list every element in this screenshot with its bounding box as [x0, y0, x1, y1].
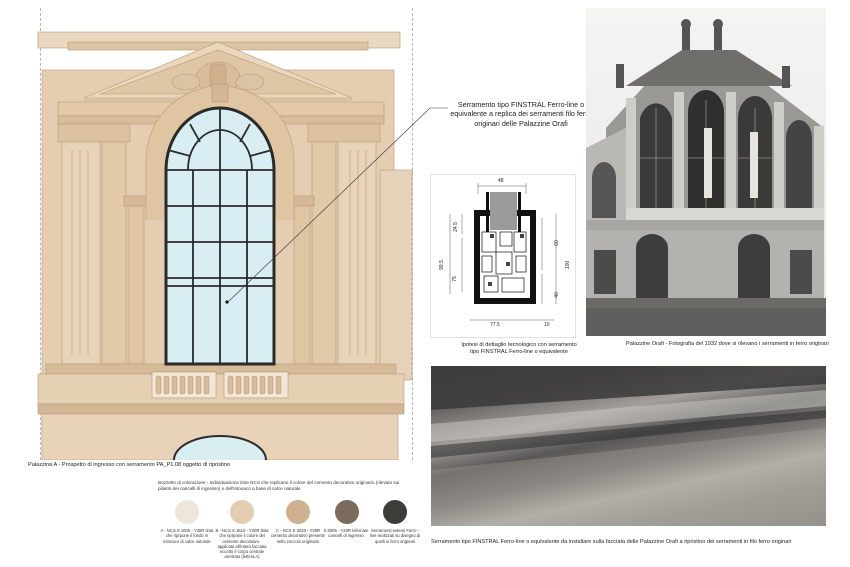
- colour-swatch-a-label: A - NCS S 1005 - Y30R tinta che riprpone…: [160, 528, 214, 544]
- elevation-caption: Palazzina A - Prospetto di ingresso con …: [28, 462, 231, 468]
- colour-swatch-a: [175, 500, 199, 524]
- dim-label-77-5: 77.5: [490, 322, 500, 328]
- dim-label-24-5: 24.5: [452, 222, 459, 232]
- window-section-detail: [430, 174, 576, 338]
- window-profile-photo: [431, 366, 826, 526]
- callout-leader-line: [227, 107, 448, 303]
- colour-study-intro: Bozzetto di colorazione - Individuazione…: [158, 480, 400, 491]
- dim-label-60: 60: [553, 240, 560, 246]
- colour-swatch-d: [335, 500, 359, 524]
- dim-label-48: 48: [498, 178, 504, 184]
- colour-swatch-b-label: B - NCS S 1510 - Y20R tinta che riprpone…: [215, 528, 269, 560]
- colour-swatch-d-label: S 6005 - Y20R inferriate cancelli di ing…: [323, 528, 369, 539]
- historic-photo-1932: [586, 8, 826, 336]
- colour-swatch-e-label: Serramenti esterni Ferro - line realizza…: [369, 528, 421, 544]
- section-detail-caption: Ipotesi di dettaglio tecnologico con ser…: [461, 342, 577, 355]
- colour-swatch-e: [383, 500, 407, 524]
- dim-label-100: 100: [565, 260, 572, 270]
- window-callout-text: Serramento tipo FINSTRAL Ferro-line o eq…: [450, 100, 592, 128]
- dim-label-99-5: 99.5: [438, 260, 445, 270]
- dim-label-40: 40: [553, 292, 560, 298]
- profile-photo-caption: Serramento tipo FINSTRAL Ferro-line o eq…: [431, 539, 792, 545]
- colour-swatch-c: [286, 500, 310, 524]
- historic-photo-caption: Palazzine Orafi - Fotografia del 1932 do…: [626, 341, 829, 347]
- colour-swatch-c-label: C - NCS S 3020 - Y30R cemento decorativo…: [270, 528, 325, 544]
- dim-label-10: 10: [544, 322, 550, 328]
- colour-swatch-b: [230, 500, 254, 524]
- dim-label-75: 75: [451, 276, 458, 282]
